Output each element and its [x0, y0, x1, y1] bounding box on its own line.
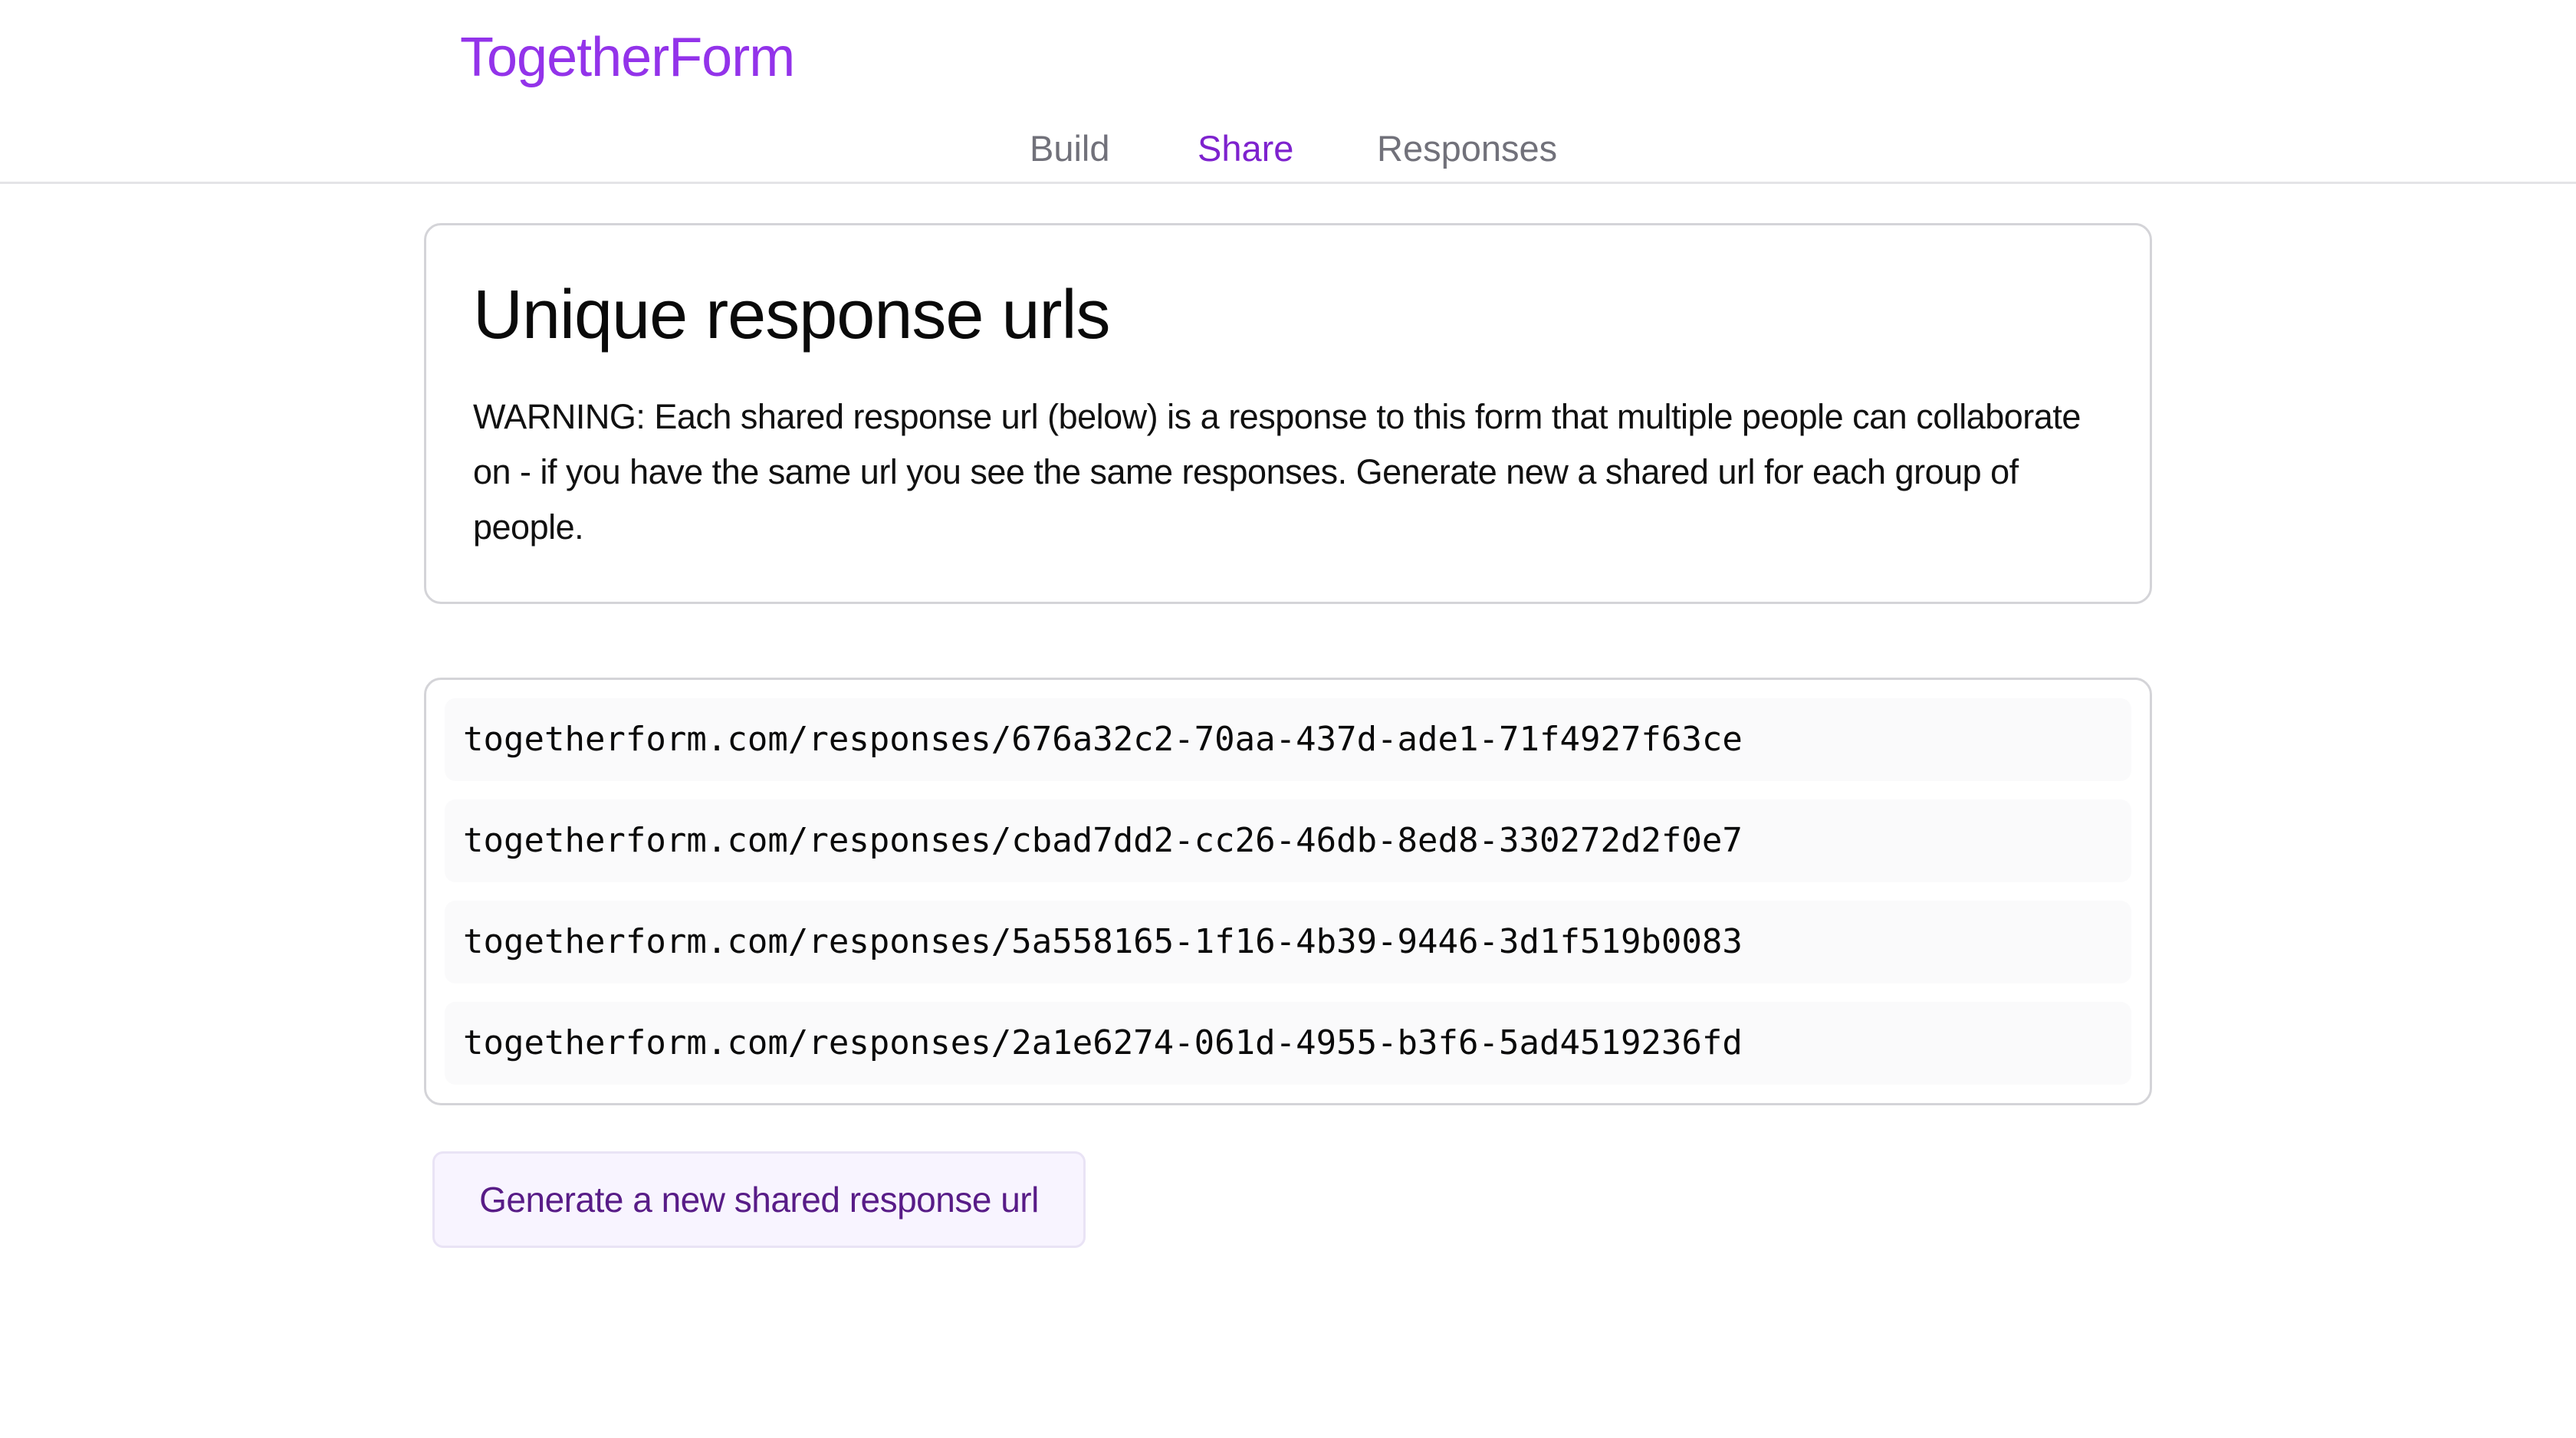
shared-url-item[interactable]: togetherform.com/responses/676a32c2-70aa… — [445, 698, 2131, 781]
main-tabs: Build Share Responses — [0, 121, 2576, 176]
warning-text: WARNING: Each shared response url (below… — [473, 397, 2081, 547]
shared-url-item[interactable]: togetherform.com/responses/cbad7dd2-cc26… — [445, 799, 2131, 882]
shared-url-item[interactable]: togetherform.com/responses/2a1e6274-061d… — [445, 1002, 2131, 1085]
generate-url-button[interactable]: Generate a new shared response url — [432, 1151, 1086, 1248]
info-card: Unique response urls WARNING: Each share… — [424, 223, 2152, 604]
tab-share[interactable]: Share — [1198, 121, 1293, 176]
shared-url-item[interactable]: togetherform.com/responses/5a558165-1f16… — [445, 901, 2131, 983]
tab-build[interactable]: Build — [1030, 121, 1110, 176]
page-title: Unique response urls — [473, 277, 1110, 353]
tab-responses[interactable]: Responses — [1377, 121, 1557, 176]
brand-logo[interactable]: TogetherForm — [460, 21, 795, 94]
shared-urls-list: togetherform.com/responses/676a32c2-70aa… — [424, 678, 2152, 1105]
top-header: TogetherForm Build Share Responses — [0, 0, 2576, 184]
